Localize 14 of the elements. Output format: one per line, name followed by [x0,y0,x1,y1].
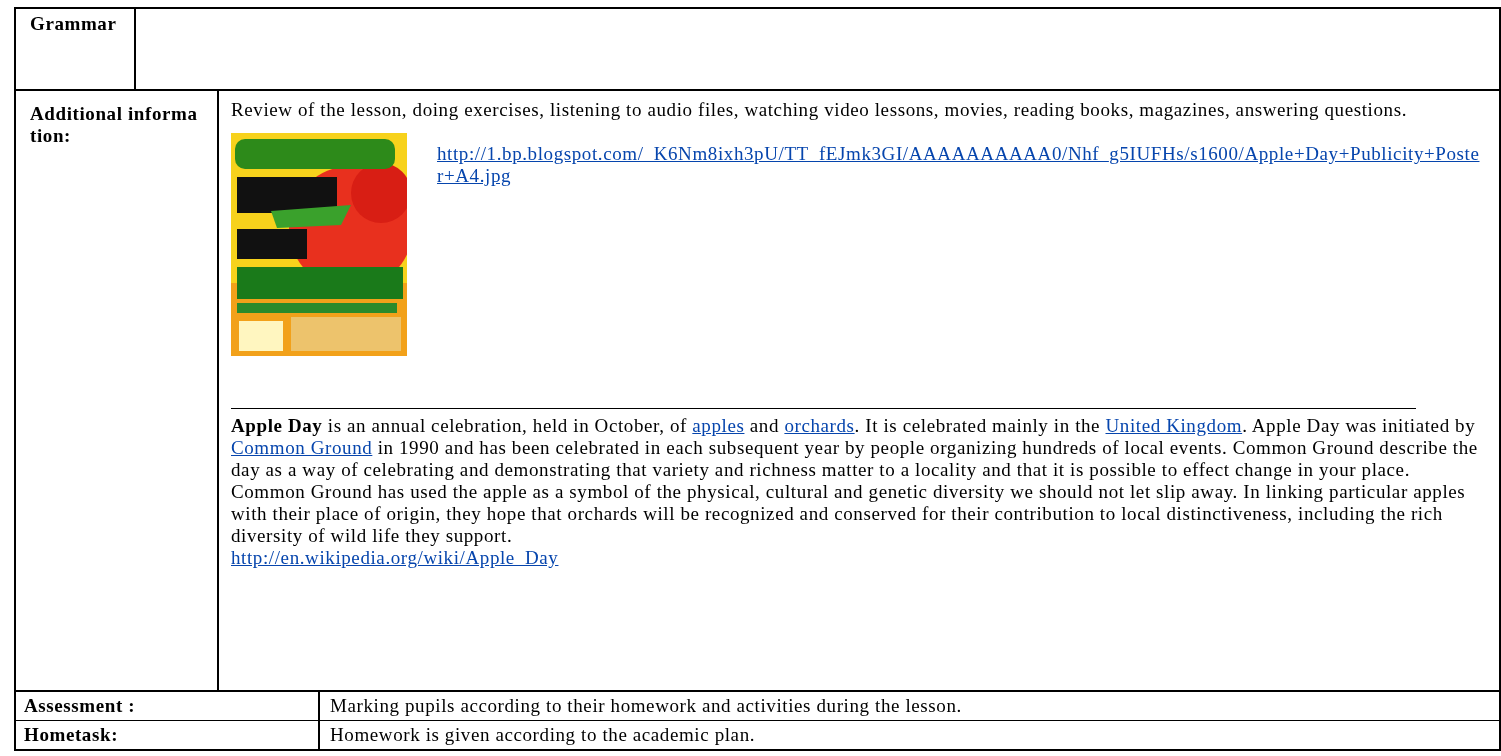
row-label: Hometask: [24,724,120,746]
source-link[interactable]: http://en.wikipedia.org/wiki/Apple_Day [231,547,559,569]
text-link[interactable]: apples [692,415,745,436]
description-paragraph: Apple Day is an annual celebration, held in October, of apples and orchards. It is celebrated mainly in the United Kingdom. Apple Day was initiated by Common Ground in 1990 and has been celebrated in each subsequent year by people organizing hundreds of local events. Common Ground describe the day as a way of celebrating and demonstrating that variety and richness matter to a locality and that it is possible to effect change in your place. Common Ground has used the apple as a symbol of the physical, cultural and genetic diversity we should not let slip away. In linking particular apples with their place of origin, they hope that orchards will be recognized and conserved for their contribution to local distinctiveness, including the rich diversity of wild life they support. [231,415,1479,547]
text-link[interactable]: Common Ground [231,437,373,458]
text-link[interactable]: orchards [784,415,855,436]
image-link[interactable]: http://1.bp.blogspot.com/_K6Nm8ixh3pU/TT_fEJmk3GI/AAAAAAAAAA0/Nhf_g5IUFHs/s1600/Apple+Day+Publicity+Poster+A4.jpg [437,143,1485,187]
text-link[interactable]: United Kingdom [1105,415,1243,436]
row-value: Homework is given according to the academic plan. [330,724,757,746]
row-label: Additional information: [30,103,199,147]
row-label: Grammar [30,13,118,35]
row-label: Assessment : [24,695,137,717]
row-value: Marking pupils according to their homework and activities during the lesson. [330,695,963,717]
intro-text: Review of the lesson, doing exercises, listening to audio files, watching video lessons, movies, reading books, magazines, answering questions. [231,99,1408,121]
